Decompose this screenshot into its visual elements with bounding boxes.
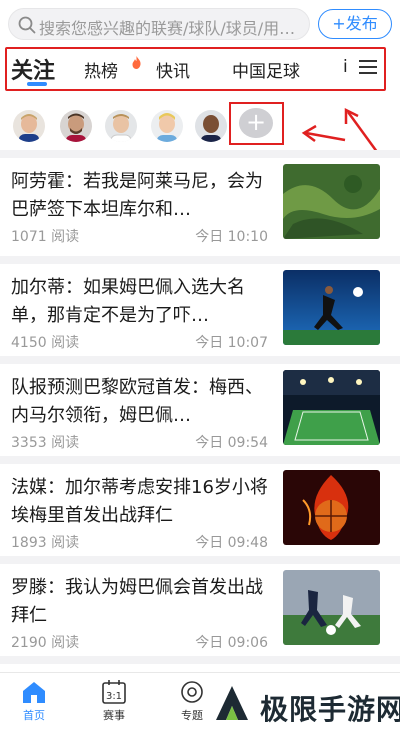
news-title: 罗滕：我认为姆巴佩会首发出战拜仁: [11, 577, 263, 626]
nav-home[interactable]: 首页: [6, 679, 62, 723]
avatar-2: [60, 110, 92, 142]
section-divider: [0, 256, 400, 264]
fire-icon: [132, 56, 141, 69]
avatar-3: [105, 110, 137, 142]
news-time: 今日 10:07: [195, 335, 268, 351]
section-divider: [0, 456, 400, 464]
news-title: 法媒：加尔蒂考虑安排16岁小将埃梅里首发出战拜仁: [11, 477, 268, 526]
section-divider: [0, 656, 400, 664]
tab-china-football[interactable]: 中国足球: [232, 57, 300, 82]
search-placeholder: 搜索您感兴趣的联赛/球队/球员/用…: [39, 19, 296, 38]
nav-matches-label: 赛事: [103, 709, 125, 722]
news-thumbnail: [283, 570, 380, 645]
news-reads: 1071 阅读: [11, 229, 80, 245]
add-follow-button[interactable]: +: [239, 108, 273, 138]
channel-tabs: 关注 热榜 快讯 中国足球 i: [5, 47, 386, 91]
tab-hot[interactable]: 热榜: [84, 57, 118, 82]
app-screen: 搜索您感兴趣的联赛/球队/球员/用… +发布 关注 热榜 快讯 中国足球 i +…: [0, 0, 400, 734]
topic-icon: [181, 681, 203, 703]
avatar-5: [195, 110, 227, 142]
calendar-date: 3:1: [106, 691, 122, 702]
news-item[interactable]: 罗滕：我认为姆巴佩会首发出战拜仁 2190 阅读 今日 09:06: [0, 564, 400, 664]
news-time: 今日 09:48: [195, 535, 268, 551]
news-thumbnail: [283, 270, 380, 345]
news-thumbnail: [283, 370, 380, 445]
watermark-logo: [210, 682, 254, 726]
nav-matches[interactable]: 3:1 赛事: [86, 679, 142, 723]
followed-avatar[interactable]: [151, 110, 183, 142]
news-time: 今日 09:06: [195, 635, 268, 651]
add-follow-highlight: +: [229, 102, 284, 145]
news-title: 队报预测巴黎欧冠首发：梅西、内马尔领衔，姆巴佩…: [11, 377, 263, 426]
home-icon: [23, 682, 45, 703]
news-item[interactable]: 队报预测巴黎欧冠首发：梅西、内马尔领衔，姆巴佩… 3353 阅读 今日 09:5…: [0, 364, 400, 464]
avatar-1: [13, 110, 45, 142]
search-icon: [18, 16, 36, 34]
site-watermark: 极限手游网: [208, 680, 400, 730]
news-reads: 2190 阅读: [11, 635, 80, 651]
news-time: 今日 10:10: [195, 229, 268, 245]
tab-following[interactable]: 关注: [11, 53, 55, 85]
nav-topics-label: 专题: [181, 709, 203, 722]
news-item[interactable]: 阿劳霍：若我是阿莱马尼，会为巴萨签下本坦库尔和… 1071 阅读 今日 10:1…: [0, 158, 400, 258]
news-title: 阿劳霍：若我是阿莱马尼，会为巴萨签下本坦库尔和…: [11, 171, 263, 220]
search-input[interactable]: 搜索您感兴趣的联赛/球队/球员/用…: [8, 8, 310, 40]
news-reads: 3353 阅读: [11, 435, 80, 451]
news-reads: 1893 阅读: [11, 535, 80, 551]
nav-home-label: 首页: [23, 709, 45, 722]
followed-avatar[interactable]: [60, 110, 92, 142]
news-thumbnail: [283, 164, 380, 239]
followed-avatar[interactable]: [13, 110, 45, 142]
avatar-4: [151, 110, 183, 142]
watermark-text: 极限手游网: [260, 693, 400, 726]
section-divider: [0, 356, 400, 364]
section-divider: [0, 150, 400, 158]
menu-icon[interactable]: [359, 59, 379, 75]
active-tab-indicator: [27, 82, 47, 86]
tab-cutoff[interactable]: i: [343, 57, 353, 77]
news-item[interactable]: 法媒：加尔蒂考虑安排16岁小将埃梅里首发出战拜仁 1893 阅读 今日 09:4…: [0, 464, 400, 564]
section-divider: [0, 556, 400, 564]
tab-flash[interactable]: 快讯: [156, 57, 190, 82]
news-time: 今日 09:54: [195, 435, 268, 451]
followed-avatar[interactable]: [105, 110, 137, 142]
publish-button[interactable]: +发布: [318, 9, 392, 39]
search-bar: 搜索您感兴趣的联赛/球队/球员/用… +发布: [0, 8, 400, 42]
news-item[interactable]: 加尔蒂：如果姆巴佩入选大名单，那肯定不是为了吓… 4150 阅读 今日 10:0…: [0, 264, 400, 364]
news-title: 加尔蒂：如果姆巴佩入选大名单，那肯定不是为了吓…: [11, 277, 245, 326]
calendar-icon: 3:1: [102, 680, 126, 704]
followed-avatar[interactable]: [195, 110, 227, 142]
news-thumbnail: [283, 470, 380, 545]
news-reads: 4150 阅读: [11, 335, 80, 351]
